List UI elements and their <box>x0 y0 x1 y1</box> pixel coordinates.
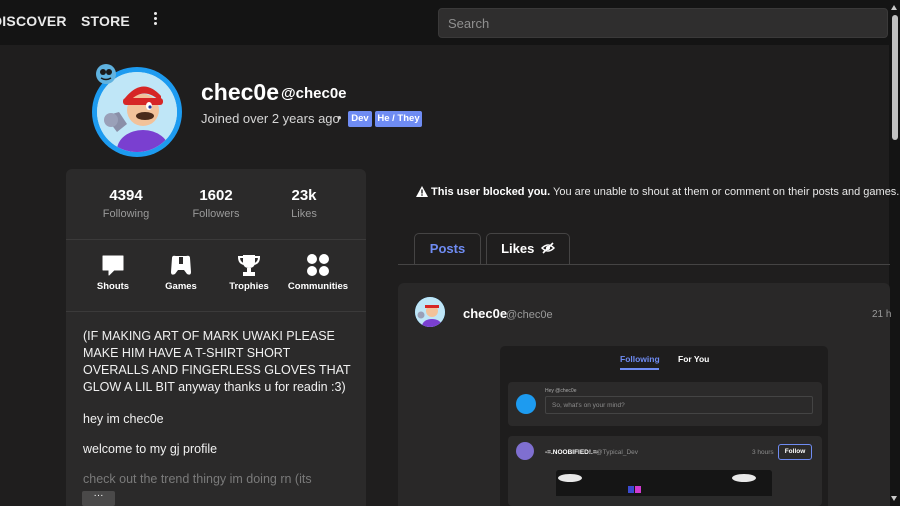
separator-dot: • <box>337 110 342 125</box>
scrollbar-thumb[interactable] <box>892 15 898 140</box>
tab-likes[interactable]: Likes <box>486 233 570 264</box>
card-divider <box>66 311 366 312</box>
menu-communities-label: Communities <box>287 281 349 292</box>
embedded-tab-underline <box>620 368 659 370</box>
warning-icon <box>416 186 428 197</box>
dev-tag: Dev <box>348 111 372 127</box>
post-timestamp: 21 h <box>872 309 892 320</box>
post-author-handle[interactable]: @chec0e <box>506 309 553 321</box>
card-divider <box>66 239 366 240</box>
menu-communities[interactable]: Communities <box>283 252 353 298</box>
embedded-post-time: 3 hours <box>752 449 774 456</box>
profile-joined-date: Joined over 2 years ago <box>201 111 340 126</box>
gamepad-icon <box>171 255 191 275</box>
bio-paragraph: (IF MAKING ART OF MARK UWAKI PLEASE MAKE… <box>83 329 351 394</box>
post-image[interactable]: Following For You Hey @chec0e So, what's… <box>500 346 828 506</box>
embedded-post-handle: @Typical_Dev <box>596 449 639 456</box>
scroll-down-arrow-icon[interactable] <box>891 496 897 501</box>
more-menu-icon[interactable] <box>151 12 159 28</box>
embedded-tab-following: Following <box>620 354 660 364</box>
tab-likes-label: Likes <box>501 241 535 256</box>
trophy-icon <box>237 255 261 276</box>
embedded-compose-greeting: Hey @chec0e <box>545 388 577 394</box>
menu-trophies-label: Trophies <box>229 281 269 292</box>
nav-discover[interactable]: DISCOVER <box>0 13 67 29</box>
menu-games-label: Games <box>165 281 197 292</box>
embedded-avatar <box>516 394 536 414</box>
menu-games[interactable]: Games <box>146 252 216 298</box>
tab-posts-label: Posts <box>429 241 466 256</box>
likes-label: Likes <box>291 208 317 220</box>
profile-handle: @chec0e <box>281 85 347 102</box>
nav-store[interactable]: STORE <box>81 13 130 29</box>
avatar-badge-icon <box>95 63 117 85</box>
embedded-post-avatar <box>516 442 534 460</box>
scroll-up-arrow-icon[interactable] <box>891 5 897 10</box>
post-author-name[interactable]: chec0e <box>463 306 507 321</box>
shout-bubble-icon <box>102 255 124 276</box>
followers-count[interactable]: 1602 <box>176 187 256 204</box>
embedded-follow-button: Follow <box>778 444 812 460</box>
search-input[interactable] <box>438 8 888 38</box>
menu-shouts[interactable]: Shouts <box>78 252 148 298</box>
embedded-compose-box: Hey @chec0e So, what's on your mind? <box>508 382 822 426</box>
menu-trophies[interactable]: Trophies <box>214 252 284 298</box>
embedded-post-media <box>556 470 772 506</box>
embedded-post: -=.NOOBIFIED!.=- @Typical_Dev 3 hours Fo… <box>508 436 822 506</box>
bio-paragraph: welcome to my gj profile <box>83 442 218 456</box>
pronouns-tag: He / They <box>375 111 422 127</box>
menu-shouts-label: Shouts <box>96 281 130 292</box>
profile-display-name: chec0e <box>201 79 280 105</box>
communities-icon <box>307 254 329 276</box>
embedded-tab-for-you: For You <box>678 354 710 364</box>
top-bar: DISCOVER STORE <box>0 0 900 45</box>
blocked-notice-title: This user blocked you. <box>431 186 551 198</box>
tab-posts[interactable]: Posts <box>414 233 481 264</box>
blocked-notice: This user blocked you. You are unable to… <box>431 186 899 198</box>
show-more-button[interactable]: ··· <box>82 491 115 506</box>
blocked-notice-text: You are unable to shout at them or comme… <box>550 186 900 198</box>
embedded-compose-input: So, what's on your mind? <box>545 396 813 414</box>
likes-count[interactable]: 23k <box>264 187 344 204</box>
embedded-post-name: -=.NOOBIFIED!.=- <box>545 449 599 456</box>
bio-paragraph: hey im chec0e <box>83 412 164 426</box>
following-count[interactable]: 4394 <box>86 187 166 204</box>
bio-paragraph: check out the trend thingy im doing rn (… <box>83 472 312 486</box>
post-author-avatar[interactable] <box>415 297 445 327</box>
followers-label: Followers <box>192 208 240 220</box>
tabs-underline <box>398 264 890 265</box>
hidden-eye-icon <box>540 242 555 254</box>
following-label: Following <box>102 208 150 220</box>
